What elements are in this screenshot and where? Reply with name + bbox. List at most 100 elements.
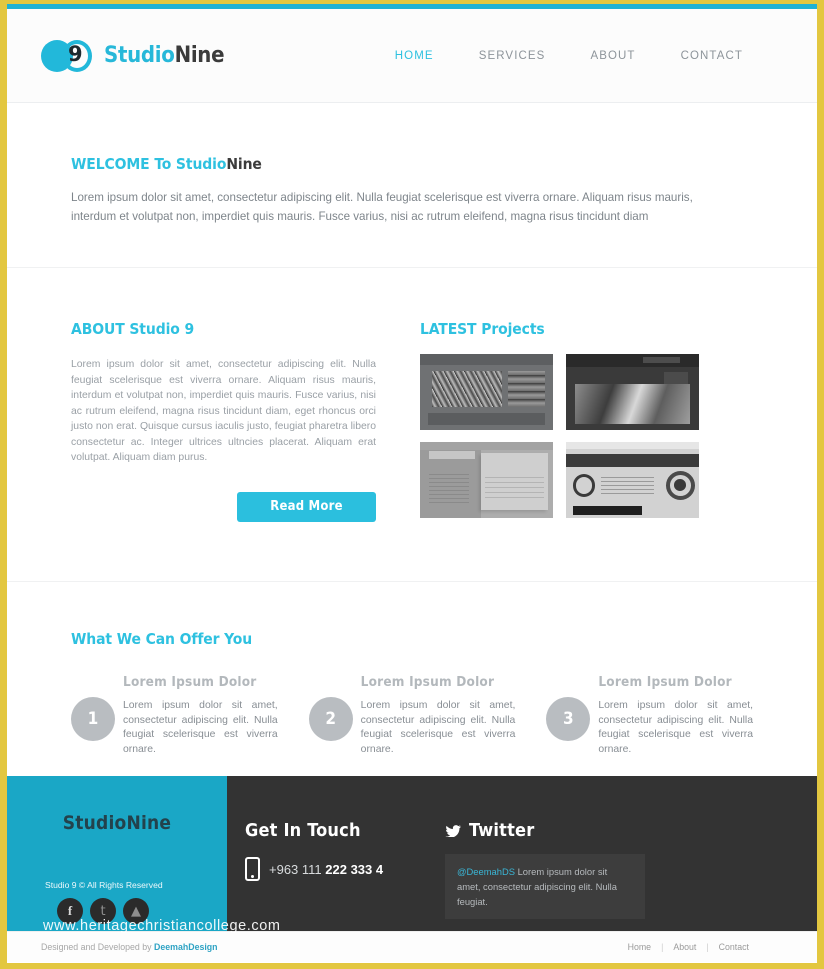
designer-credit: Designed and Developed by DeemahDesign	[41, 942, 218, 952]
thumb1-grid-image	[507, 370, 546, 408]
twitter-handle[interactable]: @DeemahDS	[457, 866, 515, 877]
about-title: ABOUT Studio 9	[71, 320, 376, 338]
designer-credit-text: Designed and Developed by	[41, 942, 154, 952]
project-thumbnail-1[interactable]	[420, 354, 553, 430]
thumb1-topbar	[420, 354, 553, 365]
phone-number-prefix: +963 111	[269, 861, 326, 877]
projects-grid	[420, 354, 710, 518]
logo-wordmark: StudioNine	[104, 43, 225, 68]
about-projects-section: ABOUT Studio 9 Lorem ipsum dolor sit ame…	[7, 268, 817, 582]
page-content: 9 StudioNine HOME SERVICES ABOUT CONTACT…	[7, 9, 817, 963]
projects-column: LATEST Projects	[420, 320, 710, 581]
twitter-bird-icon	[445, 824, 462, 837]
thumb1-footer-bar	[427, 412, 545, 425]
offer-1-text: Lorem ipsum dolor sit amet, consectetur …	[123, 700, 278, 755]
offer-2-title: Lorem Ipsum Dolor	[360, 674, 495, 690]
offer-1-body: 1 Lorem ipsum dolor sit amet, consectetu…	[71, 697, 278, 757]
designer-credit-author[interactable]: DeemahDesign	[154, 942, 218, 952]
phone-number-main: 222 333 4	[325, 861, 384, 877]
welcome-title-accent: WELCOME To Studio	[71, 155, 227, 173]
main-navigation: HOME SERVICES ABOUT CONTACT	[395, 50, 783, 62]
site-header: 9 StudioNine HOME SERVICES ABOUT CONTACT	[7, 9, 817, 103]
thumb4-left-ring	[572, 473, 596, 497]
nav-item-contact[interactable]: CONTACT	[681, 50, 743, 62]
logo-nine-glyph: 9	[68, 41, 83, 66]
thumb3-paper-lines	[485, 476, 544, 499]
thumb4-navbar	[566, 454, 699, 468]
about-paragraph: Lorem ipsum dolor sit amet, consectetur …	[71, 359, 376, 463]
project-thumbnail-3[interactable]	[420, 442, 553, 518]
thumb4-dark-bar	[572, 505, 642, 515]
offer-3-text: Lorem ipsum dolor sit amet, consectetur …	[598, 700, 754, 755]
bottom-bar: Designed and Developed by DeemahDesign H…	[7, 931, 817, 962]
thumb3-text-lines	[429, 472, 470, 503]
studionine-logo-icon: 9	[41, 39, 93, 73]
mobile-phone-icon	[245, 857, 260, 881]
welcome-paragraph: Lorem ipsum dolor sit amet, consectetur …	[71, 191, 693, 223]
footer-social-links: f t ▲	[57, 898, 149, 924]
offers-section: What We Can Offer You Lorem Ipsum Dolor …	[7, 582, 817, 776]
thumb4-right-ring	[665, 470, 696, 500]
nav-item-about[interactable]: ABOUT	[590, 50, 635, 62]
projects-title-rest: Projects	[481, 320, 545, 338]
offer-3-body: 3 Lorem ipsum dolor sit amet, consectetu…	[546, 697, 753, 757]
project-thumbnail-4[interactable]	[566, 442, 699, 518]
about-column: ABOUT Studio 9 Lorem ipsum dolor sit ame…	[71, 320, 376, 581]
site-logo[interactable]: 9 StudioNine	[41, 39, 225, 73]
bottom-links: Home | About | Contact	[628, 942, 783, 952]
thumb4-right-ring-core	[674, 479, 687, 492]
welcome-title-dark: Nine	[226, 155, 262, 173]
offer-2-text: Lorem ipsum dolor sit amet, consectetur …	[360, 700, 516, 755]
logo-wordmark-second: Nine	[174, 43, 225, 68]
bottom-link-home[interactable]: Home	[628, 942, 651, 952]
nav-item-services[interactable]: SERVICES	[479, 50, 546, 62]
offer-2-number: 2	[308, 697, 353, 741]
facebook-icon[interactable]: f	[57, 898, 83, 924]
offer-item-3: Lorem Ipsum Dolor 3 Lorem ipsum dolor si…	[546, 674, 753, 757]
top-accent-stripe	[7, 4, 817, 9]
projects-title: LATEST Projects	[420, 320, 710, 338]
footer-contact-panel: Get In Touch +963 111 222 333 4	[227, 776, 427, 931]
bottom-link-contact[interactable]: Contact	[719, 942, 749, 952]
page-frame: 9 StudioNine HOME SERVICES ABOUT CONTACT…	[0, 0, 824, 969]
phone-number: +963 111 222 333 4	[269, 862, 383, 877]
welcome-section: WELCOME To StudioNine Lorem ipsum dolor …	[7, 103, 817, 268]
phone-row: +963 111 222 333 4	[245, 857, 427, 881]
bottom-separator-2: |	[706, 942, 709, 952]
twitter-feed-item: @DeemahDS Lorem ipsum dolor sit amet, co…	[445, 854, 645, 919]
offers-row: Lorem Ipsum Dolor 1 Lorem ipsum dolor si…	[71, 674, 753, 757]
footer-twitter-panel: Twitter @DeemahDS Lorem ipsum dolor sit …	[427, 776, 717, 931]
project-thumbnail-2[interactable]	[566, 354, 699, 430]
offer-2-body: 2 Lorem ipsum dolor sit amet, consectetu…	[308, 697, 516, 757]
thumb4-topbar	[566, 442, 699, 449]
nav-item-home[interactable]: HOME	[395, 50, 434, 62]
thumb3-title-block	[429, 451, 475, 460]
offer-3-number: 3	[546, 697, 591, 741]
twitter-heading-row: Twitter	[445, 820, 717, 841]
thumb2-search-field	[643, 357, 681, 364]
footer-brand-name: StudioNine	[62, 812, 172, 834]
bottom-link-about[interactable]: About	[673, 942, 696, 952]
projects-title-accent: LATEST	[420, 320, 482, 338]
offer-item-1: Lorem Ipsum Dolor 1 Lorem ipsum dolor si…	[71, 674, 278, 757]
about-title-accent: ABOUT	[71, 320, 130, 338]
offer-1-title: Lorem Ipsum Dolor	[123, 674, 257, 690]
rss-icon[interactable]: ▲	[123, 898, 149, 924]
twitter-icon[interactable]: t	[90, 898, 116, 924]
thumb2-hero-image	[575, 384, 690, 424]
thumb1-hero-image	[431, 370, 503, 408]
footer-brand-panel: StudioNine Studio 9 © All Rights Reserve…	[7, 776, 227, 931]
offers-title: What We Can Offer You	[71, 630, 253, 648]
offer-item-2: Lorem Ipsum Dolor 2 Lorem ipsum dolor si…	[308, 674, 516, 757]
bottom-separator-1: |	[661, 942, 664, 952]
offer-1-number: 1	[71, 697, 115, 741]
thumb3-topbar	[420, 442, 553, 450]
about-title-rest: Studio 9	[129, 320, 195, 338]
read-more-button[interactable]: Read More	[237, 491, 376, 522]
get-in-touch-heading: Get In Touch	[245, 820, 361, 841]
twitter-heading: Twitter	[469, 820, 535, 841]
thumb4-text-lines	[600, 475, 654, 494]
site-footer: StudioNine Studio 9 © All Rights Reserve…	[7, 776, 817, 931]
offer-3-title: Lorem Ipsum Dolor	[598, 674, 732, 690]
welcome-title: WELCOME To StudioNine	[71, 155, 753, 173]
